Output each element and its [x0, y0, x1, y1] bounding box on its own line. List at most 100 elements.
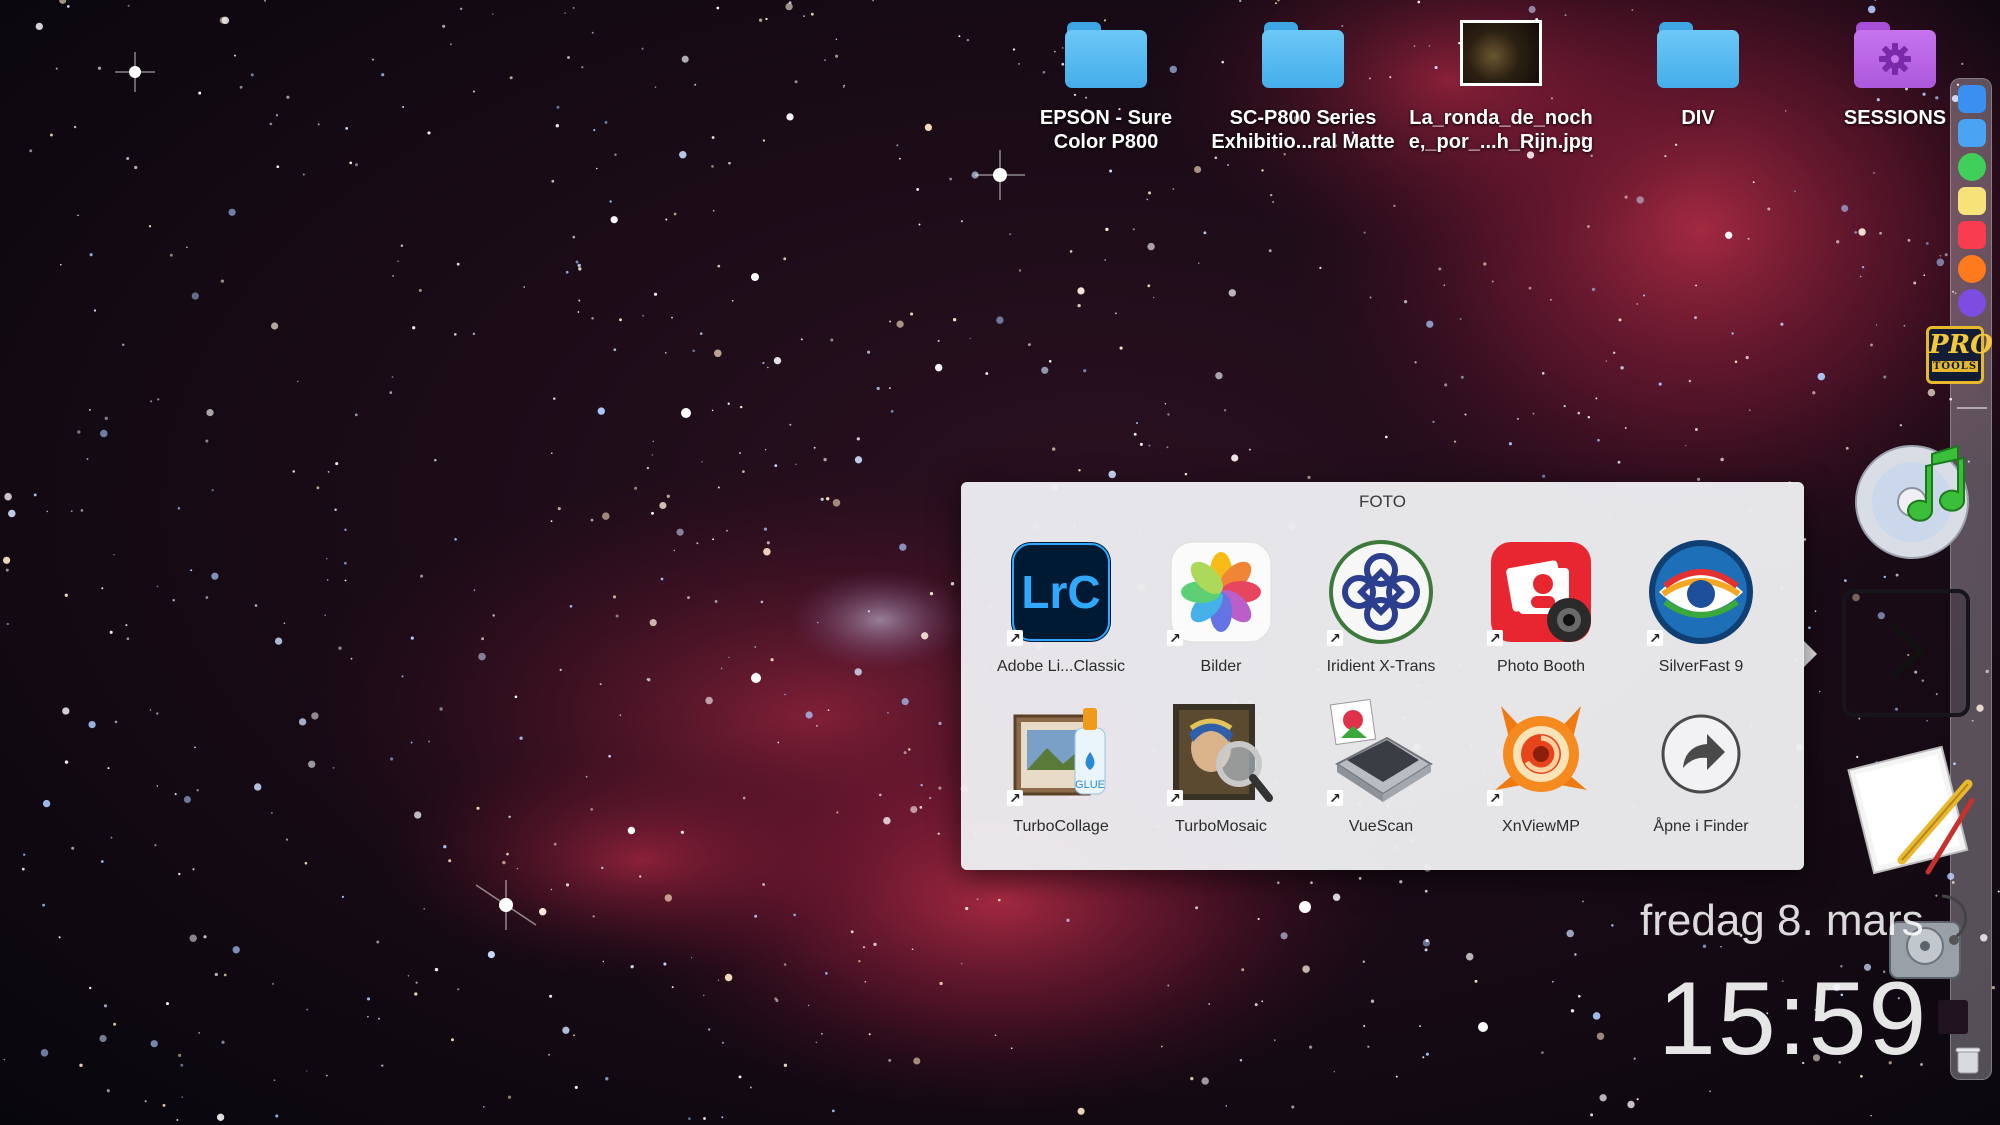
star	[1367, 1045, 1370, 1048]
stack-app-vuescan[interactable]: ↗ VueScan	[1301, 698, 1461, 836]
stack-app-lightroom-classic[interactable]: LrC ↗ Adobe Li...Classic	[981, 538, 1141, 676]
star	[564, 12, 566, 14]
star	[1241, 968, 1245, 972]
desktop-folder-div[interactable]: DIV	[1603, 14, 1793, 130]
star	[1147, 284, 1151, 288]
star	[547, 1053, 551, 1056]
stack-app-photo-booth[interactable]: ↗ Photo Booth	[1461, 538, 1621, 676]
star	[577, 311, 580, 313]
star	[254, 783, 262, 791]
star	[813, 446, 816, 449]
star	[2, 556, 11, 564]
star	[1508, 442, 1513, 446]
star	[523, 286, 526, 288]
star	[1083, 369, 1087, 373]
star	[1870, 1115, 1872, 1117]
dock-messages-icon[interactable]	[1958, 153, 1986, 181]
star	[1198, 262, 1200, 264]
star	[597, 407, 605, 415]
dock-itunes-cd-icon[interactable]	[1852, 440, 1982, 560]
dock-app-icon[interactable]	[1958, 289, 1986, 317]
star	[472, 332, 476, 336]
star	[1018, 269, 1022, 272]
star	[663, 962, 667, 966]
star	[754, 914, 758, 918]
dock-finder-icon[interactable]	[1958, 85, 1986, 113]
star	[1720, 457, 1724, 462]
star	[172, 598, 175, 602]
dock-pro-tools-icon[interactable]: PRO TOOLS	[1926, 326, 1993, 384]
star	[1709, 1090, 1712, 1093]
stack-app-bilder[interactable]: ↗ Bilder	[1141, 538, 1301, 676]
star	[1363, 231, 1366, 234]
star	[1841, 204, 1849, 212]
star	[1563, 404, 1566, 408]
star	[766, 541, 770, 545]
star	[216, 1113, 225, 1121]
star	[1528, 5, 1536, 14]
star	[762, 883, 766, 886]
star	[1873, 172, 1875, 174]
star	[555, 124, 559, 128]
star	[714, 349, 722, 358]
dock-trash-icon[interactable]	[1955, 1046, 1981, 1074]
star	[89, 409, 91, 411]
star	[274, 637, 283, 645]
star	[578, 299, 581, 302]
star	[1208, 1003, 1211, 1005]
desktop-folder-sc-p800[interactable]: SC-P800 Series Exhibitio...ral Matte	[1208, 14, 1398, 154]
svg-text:LrC: LrC	[1021, 566, 1100, 618]
star	[434, 967, 439, 972]
dock-mail-icon[interactable]	[1958, 119, 1986, 147]
star	[1587, 225, 1590, 228]
stack-app-label: XnViewMP	[1502, 818, 1580, 835]
star	[1414, 361, 1417, 364]
desktop-folder-epson[interactable]: EPSON - Sure Color P800	[1011, 14, 1201, 154]
star	[873, 942, 877, 947]
star	[1272, 201, 1275, 203]
star	[601, 866, 604, 870]
desktop-file-la-ronda-jpg[interactable]: La_ronda_de_noch e,_por_...h_Rijn.jpg	[1406, 14, 1596, 154]
stack-open-in-finder[interactable]: Åpne i Finder	[1621, 698, 1781, 836]
star	[376, 940, 380, 944]
star	[966, 38, 970, 42]
star	[104, 416, 109, 421]
star	[660, 577, 664, 581]
star	[816, 725, 818, 727]
dock-script-editor-icon[interactable]	[1842, 740, 1984, 876]
star	[391, 376, 394, 378]
dock-firefox-icon[interactable]	[1958, 255, 1986, 283]
star	[1570, 1009, 1575, 1013]
dock-music-icon[interactable]	[1958, 221, 1986, 249]
star	[1135, 422, 1139, 425]
star	[1780, 322, 1784, 326]
star	[492, 13, 494, 15]
star	[107, 767, 110, 770]
star	[627, 826, 636, 835]
star	[1231, 454, 1239, 462]
stack-app-silverfast-9[interactable]: ↗ SilverFast 9	[1621, 538, 1781, 676]
stack-app-turbocollage[interactable]: GLUE ↗ TurboCollage	[981, 698, 1141, 836]
star	[1574, 953, 1577, 956]
alias-arrow-icon: ↗	[1007, 630, 1023, 646]
star	[823, 457, 827, 462]
star	[1152, 296, 1155, 299]
star	[976, 898, 979, 901]
stack-toggle-button[interactable]	[1842, 589, 1970, 717]
star	[326, 1074, 328, 1077]
star	[1611, 924, 1614, 927]
star	[308, 760, 316, 768]
star	[843, 84, 846, 87]
star	[593, 129, 596, 132]
stack-app-iridient-x-trans[interactable]: ↗ Iridient X-Trans	[1301, 538, 1461, 676]
star	[332, 766, 335, 769]
star	[1370, 999, 1375, 1003]
star	[728, 161, 731, 165]
star	[565, 883, 570, 887]
dock-notes-icon[interactable]	[1958, 187, 1986, 215]
stack-app-xnviewmp[interactable]: ↗ XnViewMP	[1461, 698, 1621, 836]
stack-app-turbomosaic[interactable]: ↗ TurboMosaic	[1141, 698, 1301, 836]
lightroom-classic-icon: LrC ↗	[1007, 538, 1115, 646]
dock-activity-monitor-icon[interactable]	[1938, 1000, 1968, 1034]
star	[483, 1106, 485, 1108]
